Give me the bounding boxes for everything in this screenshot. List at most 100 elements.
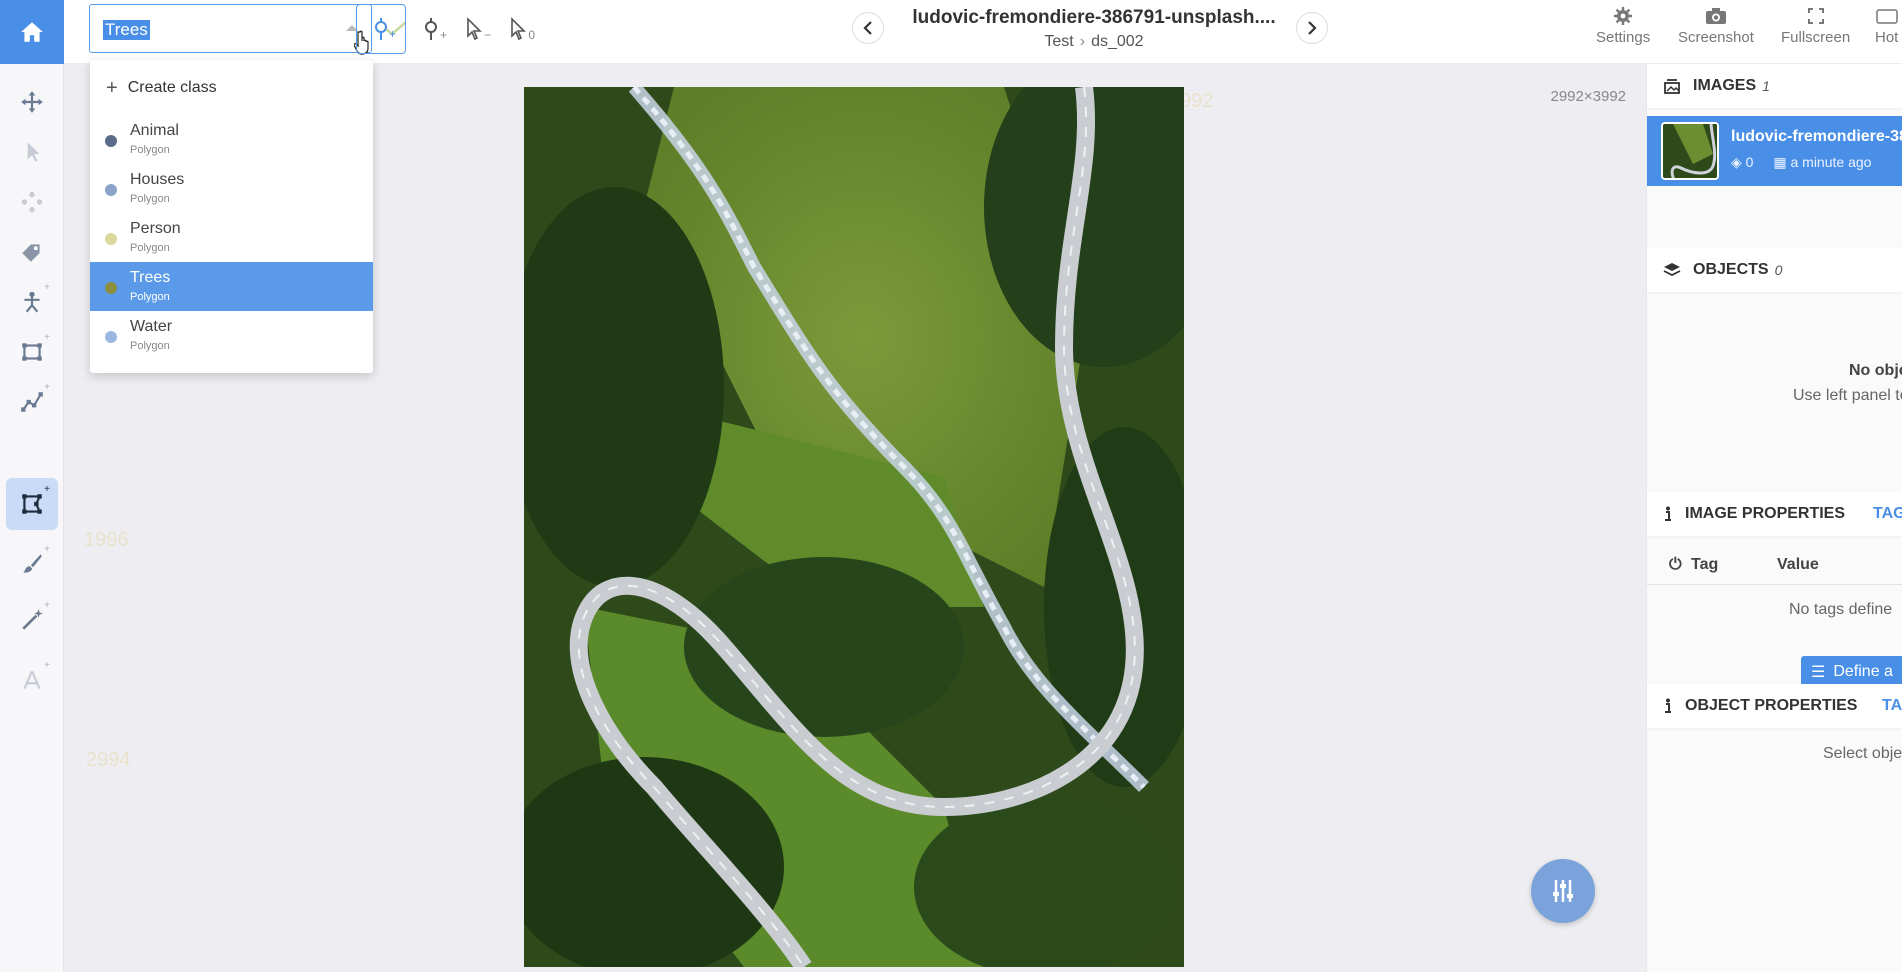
gear-icon bbox=[1614, 7, 1633, 25]
pointer-icon bbox=[27, 142, 40, 162]
tag-tool[interactable] bbox=[6, 226, 58, 278]
skeleton-icon bbox=[23, 670, 41, 690]
points-tool[interactable] bbox=[6, 176, 58, 228]
class-item-houses[interactable]: Houses Polygon bbox=[90, 164, 373, 213]
add-badge: + bbox=[44, 600, 50, 611]
magic-wand-tool[interactable]: + bbox=[6, 594, 58, 646]
keypoint-tool[interactable]: + bbox=[6, 276, 58, 328]
image-adjustments-button[interactable] bbox=[1531, 859, 1595, 923]
aerial-road-image bbox=[524, 87, 1184, 967]
points-icon bbox=[21, 191, 43, 213]
pin-icon bbox=[425, 18, 437, 40]
image-card-name: ludovic-fremondiere-38 bbox=[1731, 128, 1902, 145]
power-icon: ⏻ bbox=[1669, 556, 1682, 573]
plus-icon: + bbox=[106, 76, 118, 99]
add-badge: + bbox=[44, 544, 50, 555]
next-image-button[interactable] bbox=[1296, 12, 1328, 44]
tab-tags[interactable]: TAG bbox=[1873, 505, 1902, 523]
breadcrumb: Test › ds_002 bbox=[904, 33, 1284, 51]
image-card[interactable]: ludovic-fremondiere-38 ◈ 0 ▦ a minute ag… bbox=[1647, 116, 1902, 186]
tool-sub-label: + bbox=[439, 28, 447, 42]
images-section-header[interactable]: IMAGES 1 bbox=[1647, 64, 1902, 108]
tool-sub-label: + bbox=[388, 27, 396, 41]
brush-tool[interactable]: + bbox=[6, 538, 58, 590]
ruler-label: 2994 bbox=[86, 749, 131, 771]
home-icon bbox=[21, 22, 43, 42]
create-class-item[interactable]: + Create class bbox=[90, 68, 373, 108]
class-type: Polygon bbox=[130, 144, 170, 156]
no-objects-title: No obje bbox=[1849, 362, 1902, 379]
aerial-photo-drawing bbox=[524, 87, 1184, 967]
polygon-icon bbox=[22, 494, 42, 514]
screenshot-button[interactable]: Screenshot bbox=[1678, 6, 1754, 46]
class-name: Water bbox=[130, 318, 173, 335]
class-item-person[interactable]: Person Polygon bbox=[90, 213, 373, 262]
add-badge: + bbox=[44, 382, 50, 393]
image-properties-header: IMAGE PROPERTIES TAG bbox=[1647, 492, 1902, 536]
hotkeys-button[interactable]: Hot bbox=[1875, 6, 1898, 46]
images-icon bbox=[1664, 79, 1680, 94]
image-title: ludovic-fremondiere-386791-unsplash.... bbox=[912, 7, 1276, 28]
add-badge: + bbox=[44, 282, 50, 293]
select-tool[interactable] bbox=[6, 126, 58, 178]
class-name: Trees bbox=[130, 269, 171, 286]
skeleton-tool[interactable]: + bbox=[6, 654, 58, 706]
right-panel: IMAGES 1 ludovic-fremondiere-38 ◈ 0 ▦ a … bbox=[1646, 64, 1902, 972]
polygon-tool[interactable]: + bbox=[6, 478, 58, 530]
image-object-count: 0 bbox=[1745, 154, 1754, 170]
tool-sub-label: 0 bbox=[528, 28, 535, 42]
class-item-water[interactable]: Water Polygon bbox=[90, 311, 373, 360]
class-color-dot bbox=[105, 282, 117, 294]
fullscreen-button[interactable]: Fullscreen bbox=[1781, 6, 1850, 46]
add-point-tool[interactable]: + bbox=[356, 4, 406, 54]
class-select-value: Trees bbox=[103, 20, 150, 40]
settings-button[interactable]: Settings bbox=[1596, 6, 1650, 46]
tab-tags-object[interactable]: TA bbox=[1882, 697, 1902, 715]
object-properties-title: OBJECT PROPERTIES bbox=[1685, 697, 1858, 714]
prev-image-button[interactable] bbox=[852, 12, 884, 44]
calendar-icon: ▦ bbox=[1773, 154, 1787, 170]
cursor-arrow-icon bbox=[511, 17, 526, 41]
breadcrumb-dataset[interactable]: ds_002 bbox=[1091, 33, 1144, 50]
rectangle-tool[interactable]: + bbox=[6, 326, 58, 378]
tool-sub-label: − bbox=[483, 28, 491, 42]
class-color-dot bbox=[105, 331, 117, 343]
cursor-arrow-icon bbox=[467, 17, 482, 41]
move-icon bbox=[21, 91, 43, 113]
thumbnail-drawing bbox=[1663, 124, 1717, 178]
breadcrumb-project[interactable]: Test bbox=[1044, 33, 1073, 50]
class-item-animal[interactable]: Animal Polygon bbox=[90, 115, 373, 164]
class-type: Polygon bbox=[130, 193, 170, 205]
move-tool[interactable] bbox=[6, 76, 58, 128]
images-title: IMAGES bbox=[1693, 77, 1757, 94]
objects-section-header[interactable]: OBJECTS 0 bbox=[1647, 248, 1902, 292]
settings-label: Settings bbox=[1596, 29, 1651, 46]
image-properties-title: IMAGE PROPERTIES bbox=[1685, 505, 1846, 522]
class-dropdown: + Create class Animal Polygon Houses Pol… bbox=[90, 60, 373, 373]
class-color-dot bbox=[105, 233, 117, 245]
home-button[interactable] bbox=[0, 0, 64, 64]
value-column-header: Value bbox=[1777, 556, 1819, 573]
annotation-app: + + + + + + + Trees + + − 0 ludovic-frem… bbox=[0, 0, 1902, 972]
select-object-hint: Select obje bbox=[1823, 745, 1902, 762]
add-badge: + bbox=[44, 484, 50, 495]
no-objects-hint: Use left panel to bbox=[1793, 387, 1902, 404]
layers-icon bbox=[1663, 263, 1681, 277]
tag-icon bbox=[22, 244, 40, 262]
brush-icon bbox=[23, 554, 42, 573]
add-badge: + bbox=[44, 332, 50, 343]
tag-column-header: Tag bbox=[1691, 556, 1719, 573]
image-dimensions: 2992×3992 bbox=[1550, 88, 1627, 105]
no-tags-text: No tags define bbox=[1789, 601, 1893, 618]
class-select[interactable]: Trees bbox=[89, 4, 372, 53]
polyline-icon bbox=[21, 392, 43, 412]
add-point-alt-tool[interactable]: + bbox=[406, 4, 456, 54]
fullscreen-label: Fullscreen bbox=[1781, 29, 1851, 46]
class-item-trees[interactable]: Trees Polygon bbox=[90, 262, 373, 311]
remove-point-tool[interactable]: − bbox=[450, 4, 500, 54]
screenshot-label: Screenshot bbox=[1678, 29, 1754, 46]
top-bar: Trees + + − 0 ludovic-fremondiere-386791… bbox=[64, 0, 1902, 64]
polyline-tool[interactable]: + bbox=[6, 376, 58, 428]
class-color-dot bbox=[105, 135, 117, 147]
select-zero-tool[interactable]: 0 bbox=[494, 4, 544, 54]
